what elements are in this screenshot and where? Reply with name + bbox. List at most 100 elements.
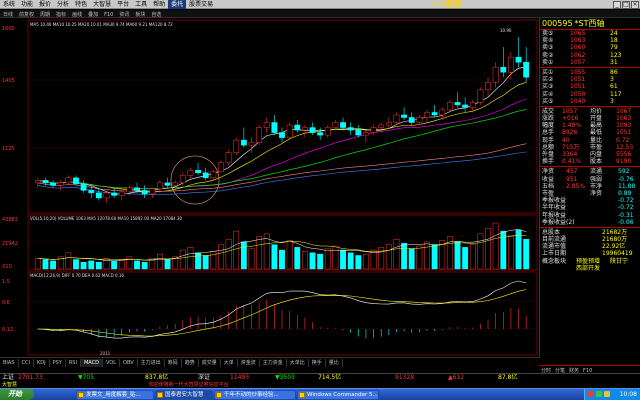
- order-price: 1055: [570, 68, 586, 76]
- taskbar-item-active[interactable]: 国泰君安大智慧: [155, 390, 213, 400]
- menu-platform[interactable]: 平台: [114, 0, 132, 9]
- stat-value: 5556: [616, 151, 632, 158]
- volume-bar: [378, 247, 385, 270]
- volume-bar: [309, 252, 316, 270]
- volume-bar: [126, 256, 133, 270]
- taskbar-item[interactable]: 发票文_用度解套_贴...: [76, 390, 154, 400]
- fin-value: -0.72: [618, 197, 634, 205]
- candle-body: [210, 171, 217, 179]
- candle-body: [279, 132, 285, 138]
- minimize-icon[interactable]: _: [613, 1, 621, 9]
- indicator-tab[interactable]: OBV: [120, 359, 138, 367]
- candle-body: [485, 82, 491, 91]
- candle-body: [164, 182, 171, 186]
- maximize-icon[interactable]: □: [622, 1, 630, 9]
- fin-row: 半年收益 -0.72: [540, 204, 640, 211]
- indicator-tab[interactable]: 大单比: [287, 359, 309, 367]
- taskbar-item[interactable]: Windows Commander 5...: [297, 390, 379, 400]
- kline-chart[interactable]: 1600 1405 1125 43883 21942 X10 1.5 0.6 0…: [0, 18, 539, 357]
- order-volume: 31: [610, 58, 618, 66]
- candle-body: [218, 162, 224, 173]
- candle-body: [401, 114, 408, 118]
- indicator-tab[interactable]: 主力资金: [260, 359, 287, 367]
- stat-value: 0.72: [616, 136, 630, 144]
- volume-bar: [80, 261, 87, 270]
- indicator-tab[interactable]: KDJ: [34, 359, 50, 367]
- sector-tag-3[interactable]: 西部开发: [576, 265, 600, 272]
- menu-order[interactable]: 委托: [168, 0, 187, 9]
- order-volume: 3: [610, 97, 614, 105]
- indicator-tab[interactable]: MACD: [80, 359, 103, 367]
- tray-network-icon[interactable]: [596, 391, 602, 397]
- menu-quote[interactable]: 报价: [36, 0, 54, 9]
- menu-tools[interactable]: 工具: [132, 0, 150, 9]
- candle-body: [73, 177, 79, 185]
- close-icon[interactable]: ×: [631, 1, 639, 9]
- sector-tag-1[interactable]: 预盈预增: [576, 258, 600, 265]
- menu-function[interactable]: 功能: [18, 0, 36, 9]
- menu-special[interactable]: 特色: [72, 0, 90, 9]
- menu-trade[interactable]: 股票交易: [186, 0, 216, 9]
- indicator-tab[interactable]: PSY: [50, 359, 66, 367]
- candle-body: [126, 187, 133, 193]
- indicator-tab[interactable]: VOL: [103, 359, 121, 367]
- menu-system[interactable]: 系统: [0, 0, 18, 9]
- chart-toolbar: 日线 前复权 周期 指标 画线 叠加 F10 资讯 板块 自选: [0, 10, 640, 18]
- indicator-tab[interactable]: 资金流: [238, 359, 260, 367]
- indicator-tab[interactable]: RSI: [66, 359, 81, 367]
- candle-body: [103, 192, 110, 199]
- order-label: 卖③: [542, 44, 554, 52]
- indicator-tab[interactable]: 筹码: [165, 359, 182, 367]
- volume-bar: [233, 230, 240, 270]
- menu-help[interactable]: 帮助: [150, 0, 168, 9]
- sector-tag-2[interactable]: 陕甘宁: [610, 258, 628, 265]
- time-axis-label: 2011: [100, 351, 111, 356]
- volume-bar: [34, 257, 41, 270]
- candle-body: [149, 188, 156, 195]
- candle-body: [317, 132, 324, 136]
- tray-app-icon[interactable]: [588, 391, 594, 397]
- fin-row: 五档 2.85% 市净 11.88: [540, 183, 640, 190]
- candle-body: [256, 127, 263, 143]
- volume-bar: [141, 261, 148, 270]
- stat-row: 成交 1057 均价 1067: [540, 108, 640, 115]
- window-controls: _ □ ×: [612, 0, 639, 9]
- tray-volume-icon[interactable]: [604, 391, 610, 397]
- info-key: 上市日期: [542, 250, 567, 258]
- buy-order-row: 买① 1055 86: [540, 69, 640, 76]
- indicator-tab[interactable]: BIAS: [0, 359, 19, 367]
- volume-bar: [210, 251, 217, 270]
- indicator-tab[interactable]: 主力进出: [138, 359, 165, 367]
- candle-body: [408, 117, 415, 123]
- order-label: 买③: [542, 83, 554, 91]
- fin-row: 年报收益 -0.31: [540, 212, 640, 219]
- stat-key: 均价: [590, 107, 603, 115]
- taskbar-item[interactable]: 千年不动的炒事经验...: [214, 390, 296, 400]
- fin-key: 流通: [590, 168, 603, 176]
- menu-analysis[interactable]: 分析: [54, 0, 72, 9]
- indicator-tab[interactable]: 大单: [221, 359, 238, 367]
- order-volume: 117: [610, 90, 622, 98]
- candle-body: [355, 129, 362, 136]
- volume-bar: [446, 236, 453, 270]
- order-price: 1060: [570, 44, 586, 52]
- indicator-tab[interactable]: 趋势: [182, 359, 199, 367]
- window-icon: [78, 392, 84, 398]
- start-button[interactable]: 开始: [0, 389, 34, 400]
- indicator-tab[interactable]: 成交量: [199, 359, 221, 367]
- stat-value: 40: [562, 136, 570, 144]
- indicator-tab[interactable]: 量比: [326, 359, 343, 367]
- sector-label: 概念板块: [542, 257, 567, 265]
- volume-bar: [271, 244, 278, 270]
- menu-bar: 系统 功能 报价 分析 特色 大智慧 平台 工具 帮助 委托 股票交易 ✦ 大智慧 _ □ ×: [0, 0, 640, 9]
- stat-key: 总额: [542, 143, 555, 151]
- volume-bar: [332, 245, 339, 270]
- indicator-tab[interactable]: 换手: [309, 359, 326, 367]
- candle-body: [385, 122, 392, 126]
- menu-dzh[interactable]: 大智慧: [90, 0, 114, 9]
- candle-body: [332, 122, 339, 128]
- indicator-tab[interactable]: CCI: [19, 359, 34, 367]
- candle-body: [286, 124, 293, 138]
- macd-axis-3: 0.12: [2, 327, 13, 333]
- fin-value: -0.06: [618, 218, 634, 226]
